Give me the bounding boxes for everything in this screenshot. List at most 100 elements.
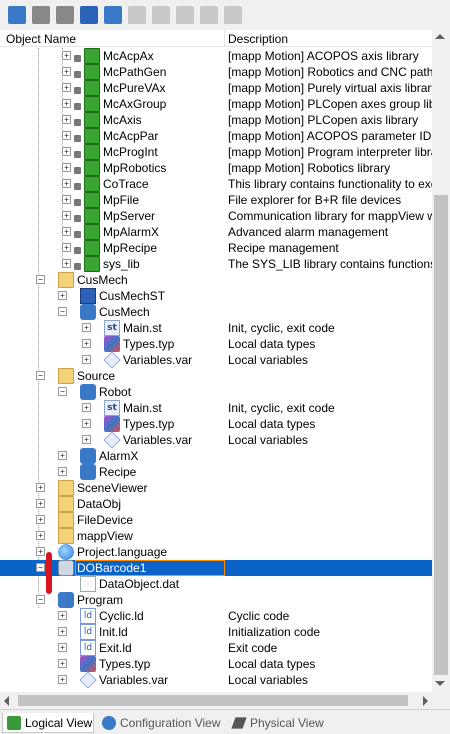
tree-row[interactable]: + Recipe <box>0 464 432 480</box>
expand-icon[interactable]: + <box>62 51 71 60</box>
properties-icon[interactable] <box>32 6 50 24</box>
tree-row[interactable]: + st Main.st Init, cyclic, exit code <box>0 320 432 336</box>
tree-row[interactable]: + McProgInt [mapp Motion] Program interpre… <box>0 144 432 160</box>
new-object-icon[interactable] <box>8 6 26 24</box>
tree-row[interactable]: + FileDevice <box>0 512 432 528</box>
column-header-object-name[interactable]: Object Name <box>6 32 76 46</box>
table-icon[interactable] <box>56 6 74 24</box>
expand-icon[interactable]: + <box>58 291 67 300</box>
tree-row[interactable]: + Types.typ Local data types <box>0 336 432 352</box>
expand-icon[interactable]: + <box>82 435 91 444</box>
tree-row[interactable]: + SceneViewer <box>0 480 432 496</box>
tree-row[interactable]: + Types.typ Local data types <box>0 656 432 672</box>
expand-icon[interactable]: + <box>62 131 71 140</box>
horizontal-scrollbar[interactable] <box>0 692 432 709</box>
tree-row[interactable]: + McPureVAx [mapp Motion] Purely virtual a… <box>0 80 432 96</box>
scroll-up-icon[interactable] <box>435 34 445 39</box>
collapse-icon[interactable]: − <box>58 307 67 316</box>
tree-row[interactable]: + Project.language <box>0 544 432 560</box>
expand-icon[interactable]: + <box>82 339 91 348</box>
expand-icon[interactable]: + <box>58 627 67 636</box>
tree-row[interactable]: + Types.typ Local data types <box>0 416 432 432</box>
expand-icon[interactable]: + <box>58 643 67 652</box>
expand-icon[interactable]: + <box>62 195 71 204</box>
tree-row[interactable]: + ld Cyclic.ld Cyclic code <box>0 608 432 624</box>
add-object-icon[interactable] <box>104 6 122 24</box>
tree-row[interactable]: + DataObj <box>0 496 432 512</box>
expand-icon[interactable]: + <box>62 179 71 188</box>
tree-row[interactable]: + AlarmX <box>0 448 432 464</box>
scroll-down-icon[interactable] <box>435 681 445 686</box>
expand-icon[interactable]: + <box>58 675 67 684</box>
tree-row[interactable]: + MpRobotics [mapp Motion] Robotics librar… <box>0 160 432 176</box>
collapse-icon[interactable]: − <box>36 563 45 572</box>
tree-row[interactable]: + CusMechST <box>0 288 432 304</box>
expand-icon[interactable]: + <box>36 483 45 492</box>
column-separator[interactable] <box>224 30 225 47</box>
tab-configuration-view[interactable]: Configuration View <box>98 713 224 733</box>
tree-row[interactable]: + Variables.var Local variables <box>0 351 432 369</box>
expand-icon[interactable]: + <box>62 83 71 92</box>
tree-row[interactable]: − CusMech <box>0 272 432 288</box>
tree-row[interactable]: + McAcpPar [mapp Motion] ACOPOS parameter … <box>0 128 432 144</box>
tree-row[interactable]: − CusMech <box>0 304 432 320</box>
expand-icon[interactable]: + <box>36 499 45 508</box>
tree-row[interactable]: + ld Exit.ld Exit code <box>0 640 432 656</box>
expand-icon[interactable]: + <box>62 163 71 172</box>
expand-icon[interactable]: + <box>58 659 67 668</box>
expand-icon[interactable]: + <box>36 547 45 556</box>
expand-icon[interactable]: + <box>82 403 91 412</box>
tree-row[interactable]: − Robot <box>0 384 432 400</box>
scroll-right-icon[interactable] <box>423 696 428 706</box>
tree-row[interactable]: − Program <box>0 592 432 608</box>
expand-icon[interactable]: + <box>58 611 67 620</box>
expand-icon[interactable]: + <box>82 323 91 332</box>
tree-row[interactable]: + Variables.var Local variables <box>0 671 432 689</box>
tree-row[interactable]: + MpRecipe Recipe management <box>0 240 432 256</box>
st-file-icon: st <box>104 320 120 336</box>
expand-icon[interactable]: + <box>62 147 71 156</box>
expand-icon[interactable]: + <box>62 67 71 76</box>
tree-row[interactable]: + Variables.var Local variables <box>0 431 432 449</box>
dat-file-icon <box>80 576 96 592</box>
collapse-icon[interactable]: − <box>36 275 45 284</box>
expand-icon[interactable]: + <box>82 355 91 364</box>
tree-row[interactable]: + McPathGen [mapp Motion] Robotics and CNC… <box>0 64 432 80</box>
vertical-scroll-thumb[interactable] <box>434 195 448 675</box>
expand-icon[interactable]: + <box>36 515 45 524</box>
tab-logical-view[interactable]: Logical View <box>2 713 94 733</box>
tab-physical-view[interactable]: Physical View <box>228 713 328 733</box>
tree-row[interactable]: + CoTrace This library contains functional… <box>0 176 432 192</box>
expand-icon[interactable]: + <box>62 227 71 236</box>
tree-row[interactable]: + st Main.st Init, cyclic, exit code <box>0 400 432 416</box>
collapse-icon[interactable]: − <box>58 387 67 396</box>
expand-icon[interactable]: + <box>62 259 71 268</box>
tree-row[interactable]: + mappView <box>0 528 432 544</box>
tree-row[interactable]: + McAxis [mapp Motion] PLCopen axis librar… <box>0 112 432 128</box>
collapse-icon[interactable]: − <box>36 595 45 604</box>
scroll-left-icon[interactable] <box>4 696 9 706</box>
horizontal-scroll-thumb[interactable] <box>18 695 408 706</box>
expand-icon[interactable]: + <box>62 115 71 124</box>
tree-row[interactable]: + MpAlarmX Advanced alarm management <box>0 224 432 240</box>
help-icon[interactable] <box>80 6 98 24</box>
expand-icon[interactable]: + <box>36 531 45 540</box>
tree-row[interactable]: + McAcpAx [mapp Motion] ACOPOS axis librar… <box>0 48 432 64</box>
tree-row[interactable]: + ld Init.ld Initialization code <box>0 624 432 640</box>
column-header-description[interactable]: Description <box>228 32 288 46</box>
expand-icon[interactable]: + <box>58 467 67 476</box>
tree-row[interactable]: + MpFile File explorer for B+R file device… <box>0 192 432 208</box>
tree-row[interactable]: + MpServer Communication library for mappV… <box>0 208 432 224</box>
expand-icon[interactable]: + <box>62 99 71 108</box>
expand-icon[interactable]: + <box>58 451 67 460</box>
tree-row[interactable]: + McAxGroup [mapp Motion] PLCopen axes gro… <box>0 96 432 112</box>
expand-icon[interactable]: + <box>62 243 71 252</box>
vertical-scrollbar[interactable] <box>432 30 450 692</box>
tree-row-selected[interactable]: − DOBarcode1 <box>0 560 432 576</box>
expand-icon[interactable]: + <box>62 211 71 220</box>
tree-row[interactable]: DataObject.dat <box>0 576 432 592</box>
tree-row[interactable]: + sys_lib The SYS_LIB library contains fun… <box>0 256 432 272</box>
expand-icon[interactable]: + <box>82 419 91 428</box>
collapse-icon[interactable]: − <box>36 371 45 380</box>
tree-row[interactable]: − Source <box>0 368 432 384</box>
